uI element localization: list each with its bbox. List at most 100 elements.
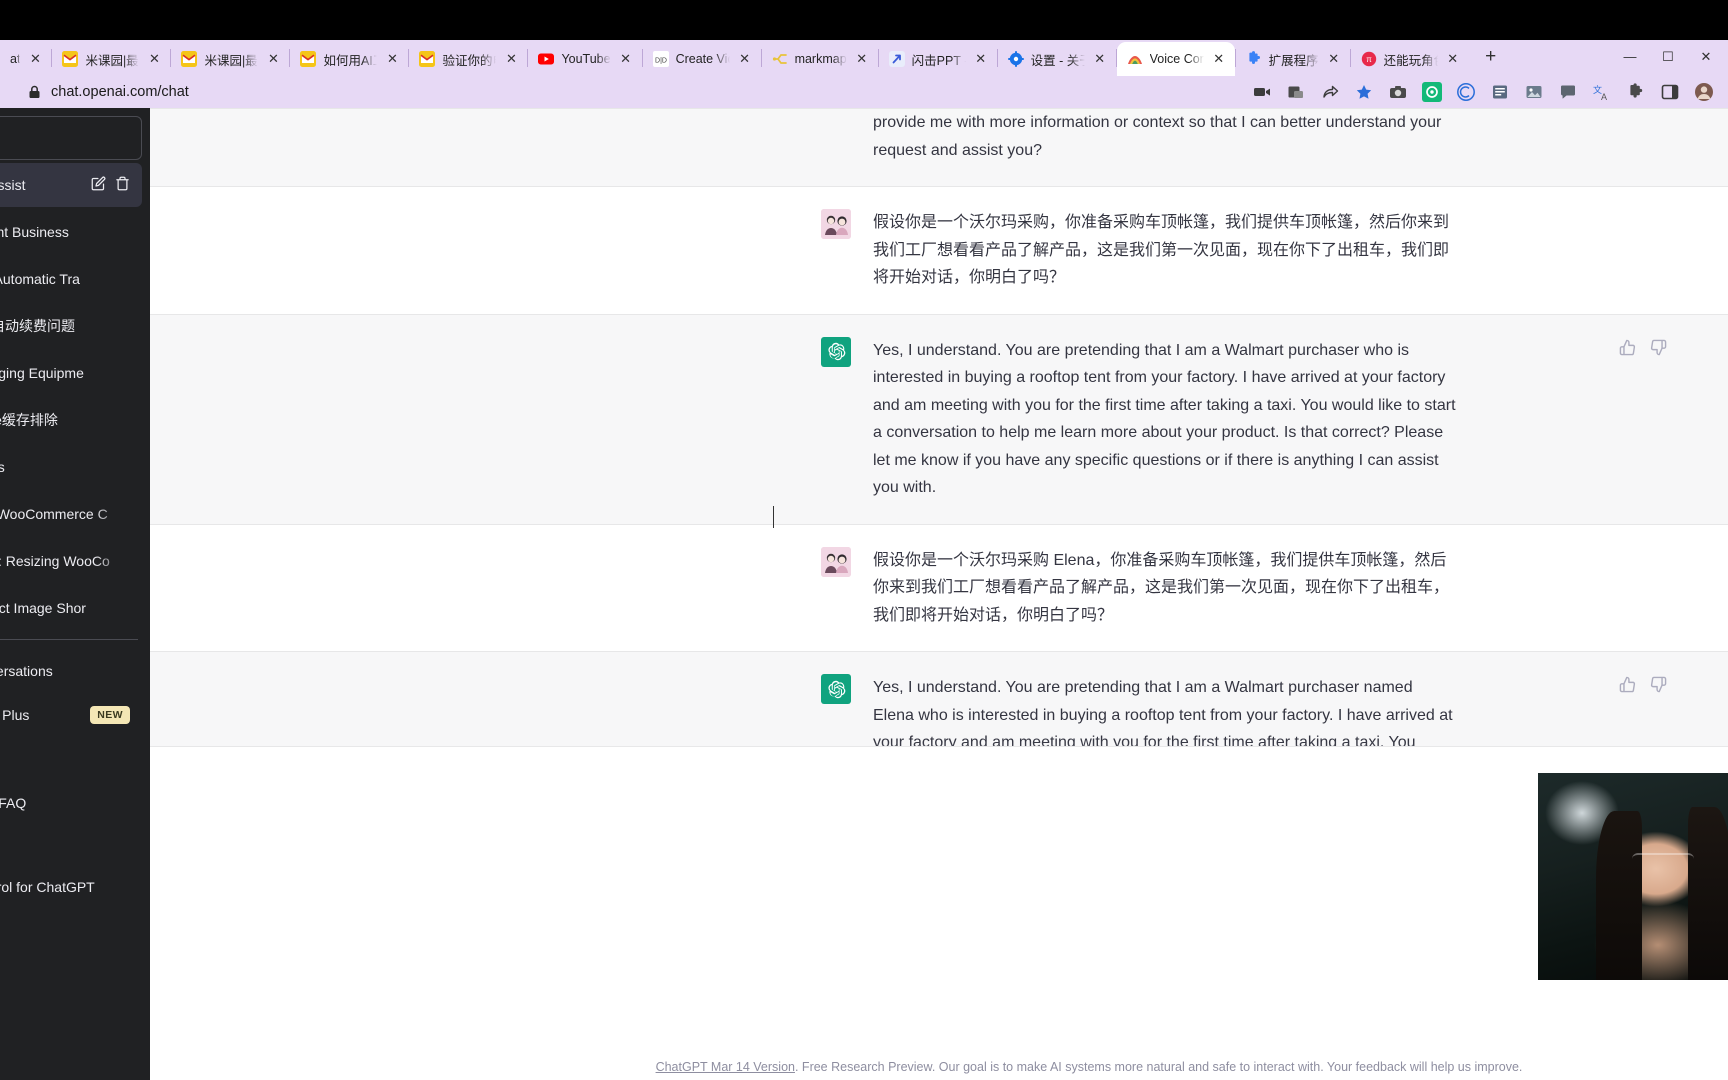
svg-text:D|D: D|D [655,58,667,65]
conversation-label: Elementor WooCommerce C [0,506,108,522]
browser-tab[interactable]: 设置 - 关于 ✕ [997,42,1116,76]
tab-close-button[interactable]: ✕ [618,51,634,67]
conversation-item[interactable]: ChatGPT 自动续费问题 [0,304,142,348]
svg-text:A: A [1601,92,1607,102]
conversation-item[interactable]: Tent Packaging Equipme [0,351,142,395]
tab-close-button[interactable]: ✕ [146,51,162,67]
browser-tab[interactable]: 验证你的电 ✕ [409,42,528,76]
tab-title: 如何用AI工 [323,53,377,68]
profile-avatar-icon[interactable] [1694,82,1714,102]
reader-icon[interactable] [1490,82,1510,102]
browser-tab[interactable]: YouTube ✕ [528,42,642,76]
tab-close-button[interactable]: ✕ [265,51,281,67]
tab-title: 米课园|最会 [204,53,258,68]
omnibox[interactable]: chat.openai.com/chat [28,80,189,104]
browser-tab[interactable]: 扩展程序 ✕ [1235,42,1350,76]
tab-close-button[interactable]: ✕ [737,51,753,67]
picture-icon[interactable] [1524,82,1544,102]
message-text: 假设你是一个沃尔玛采购 Elena，你准备采购车顶帐篷，我们提供车顶帐篷，然后你… [873,551,1450,624]
share-icon[interactable] [1320,82,1340,102]
message-actions [1619,676,1667,698]
trash-icon[interactable] [115,176,130,194]
browser-tab[interactable]: 闪击PPT - … ✕ [878,42,997,76]
browser-tab[interactable]: 米课园|最会 ✕ [171,42,290,76]
conversation-item[interactable]: WP Orange缓存排除 [0,398,142,442]
translate-image-icon[interactable] [1286,82,1306,102]
conversation-item[interactable]: Elementor WooCommerce C [0,492,142,536]
tab-close-button[interactable]: ✕ [1445,51,1461,67]
sidebar-menu-item[interactable]: Light mode [0,737,142,781]
tab-close-button[interactable]: ✕ [27,51,43,67]
message-text: Yes, I understand. You are pretending th… [873,679,1453,746]
conversation-item[interactable]: Ready to Assist [0,163,142,207]
conversation-label: Ready to Assist [0,177,26,193]
conversation-item[interactable]: Translations [0,445,142,489]
extensions-puzzle-icon[interactable] [1626,82,1646,102]
conversation-item[interactable]: Woo Product Image Shor [0,586,142,630]
sidebar-menu-item[interactable]: Updates & FAQ [0,781,142,825]
browser-tab[interactable]: 如何用AI工 ✕ [290,42,409,76]
sidebar-menu-item[interactable]: New Chat [0,825,142,869]
extensions-icon [1246,51,1262,67]
red-icon: π [1361,51,1377,67]
version-link[interactable]: ChatGPT Mar 14 Version [656,1060,795,1074]
tab-close-button[interactable]: ✕ [973,51,989,67]
conversation-item[interactable]: 翻译设置 (Automatic Tra [0,257,142,301]
footer-disclaimer: ChatGPT Mar 14 Version. Free Research Pr… [300,1060,1728,1074]
conversation-label: Tent Packaging Equipme [0,365,84,381]
thumbs-down-icon[interactable] [1650,676,1667,698]
tab-close-button[interactable]: ✕ [503,51,519,67]
webcam-hair-right [1688,807,1728,980]
tab-title: Voice Cont [1149,52,1204,66]
tab-close-button[interactable]: ✕ [854,51,870,67]
browser-tab[interactable]: π 还能玩角色 ✕ [1350,42,1469,76]
tab-title: 米课园|最会 [85,53,139,68]
camera-icon[interactable] [1388,82,1408,102]
webcam-hair-left [1596,811,1642,980]
user-avatar [821,546,851,577]
tab-close-button[interactable]: ✕ [1211,51,1227,67]
new-badge: NEW [90,706,130,724]
new-chat-button[interactable]: New chat [0,116,142,160]
browser-tab[interactable]: at ✕ [0,42,52,76]
conversation-label: ChatGPT 自动续费问题 [0,318,75,334]
bookmark-star-icon[interactable] [1354,82,1374,102]
new-tab-button[interactable]: + [1477,44,1505,72]
tab-close-button[interactable]: ✕ [384,51,400,67]
chat-bubble-icon[interactable] [1558,82,1578,102]
ppt-icon [888,51,905,67]
user-avatar [821,209,851,240]
conversation-item[interactable]: Rooftop Tent Business [0,210,142,254]
video-camera-icon[interactable] [1252,82,1272,102]
sidebar-menu-item[interactable]: Clear conversations [0,649,142,693]
copilot-icon[interactable] [1456,82,1476,102]
translate-icon[interactable]: 文A [1592,82,1612,102]
tab-title: 验证你的电 [442,53,496,68]
window-maximize-button[interactable]: ☐ [1650,42,1686,72]
thumbs-up-icon[interactable] [1619,676,1636,698]
conversation-actions [91,176,130,194]
gmail-icon [181,51,198,67]
markmap-icon [772,51,788,67]
browser-tab[interactable]: 米课园|最会 ✕ [52,42,171,76]
thumbs-down-icon[interactable] [1650,339,1667,361]
window-minimize-button[interactable]: — [1612,42,1648,72]
webcam-overlay[interactable] [1538,773,1728,980]
gmail-icon [300,51,317,67]
sidebar-icon[interactable] [1660,82,1680,102]
browser-tab[interactable]: markmap ✕ [761,42,878,76]
thumbs-up-icon[interactable] [1619,339,1636,361]
pencil-icon[interactable] [91,176,106,194]
sidebar-menu-label: Voice Control for ChatGPTPowered [0,879,95,896]
conversation-item[interactable]: WordPress: Resizing WooCo [0,539,142,583]
message-actions [1619,339,1667,361]
tab-close-button[interactable]: ✕ [1092,51,1108,67]
sidebar-menu-label: Updates & FAQ [0,795,27,811]
green-record-icon[interactable] [1422,82,1442,102]
sidebar-menu-item[interactable]: Upgrade to Plus NEW [0,693,142,737]
sidebar-menu-item[interactable]: Voice Control for ChatGPTPowered [0,869,142,925]
browser-tab[interactable]: D|D Create Vid ✕ [642,42,761,76]
tab-close-button[interactable]: ✕ [1326,51,1342,67]
browser-tab[interactable]: Voice Cont ✕ [1116,42,1235,76]
window-close-button[interactable]: ✕ [1688,42,1724,72]
